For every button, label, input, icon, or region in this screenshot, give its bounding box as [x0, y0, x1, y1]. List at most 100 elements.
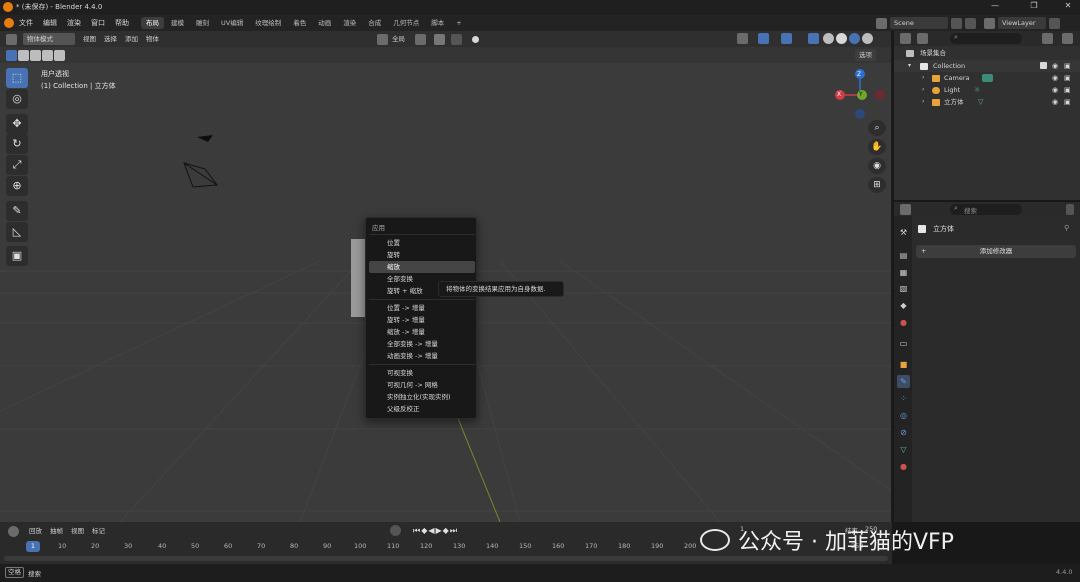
pan-hand-icon[interactable]: ✋ — [868, 139, 886, 155]
pin-icon[interactable]: ⚲ — [1064, 224, 1069, 232]
current-frame-indicator[interactable]: 1 — [26, 541, 40, 552]
maximize-icon[interactable]: ❐ — [1024, 1, 1044, 13]
eye-icon[interactable]: ◉ — [1052, 96, 1058, 108]
perspective-toggle-icon[interactable]: ⊞ — [868, 177, 886, 193]
scene-selector[interactable]: Scene — [890, 17, 948, 29]
render-camera-icon[interactable]: ▣ — [1064, 72, 1071, 84]
xray-toggle-icon[interactable] — [808, 33, 819, 44]
collection-tab-icon[interactable]: ▭ — [897, 337, 910, 350]
expand-icon[interactable]: ▾ — [908, 60, 911, 72]
minimize-icon[interactable]: — — [985, 1, 1005, 13]
visual-transform[interactable]: 可视变换 — [369, 367, 475, 379]
jump-end-icon[interactable]: ⏭ — [450, 526, 458, 535]
outliner-row-scene-collection[interactable]: 场景集合 — [894, 47, 1080, 59]
physics-tab-icon[interactable]: ◎ — [897, 409, 910, 422]
auto-keying-icon[interactable] — [390, 525, 401, 536]
timeline-scrollbar[interactable] — [4, 556, 888, 561]
properties-search-input[interactable]: ⌕ 搜索 — [950, 204, 1022, 215]
camera-view-icon[interactable]: ◉ — [868, 158, 886, 174]
move-tool-icon[interactable]: ✥ — [6, 114, 28, 134]
menu-window[interactable]: 窗口 — [86, 15, 110, 31]
pivot-point-icon[interactable] — [415, 33, 426, 45]
tab-layout[interactable]: 布局 — [141, 17, 164, 29]
outliner-row-collection[interactable]: ▾ Collection ◉ ▣ — [894, 60, 1080, 72]
data-tab-icon[interactable]: ▽ — [897, 443, 910, 456]
select-mode-intersect-icon[interactable] — [54, 49, 65, 61]
render-tab-icon[interactable]: ▤ — [897, 249, 910, 262]
eye-icon[interactable]: ◉ — [1052, 60, 1058, 72]
viewlayer-selector[interactable]: ViewLayer — [998, 17, 1046, 29]
new-collection-icon[interactable] — [1062, 33, 1073, 44]
transform-orientation-selector[interactable]: 全局 — [388, 33, 409, 45]
render-camera-icon[interactable]: ▣ — [1064, 96, 1071, 108]
view-layer-tab-icon[interactable]: ▧ — [897, 282, 910, 295]
proportional-edit-icon[interactable] — [472, 35, 479, 43]
mode-selector[interactable]: 物体模式 — [23, 33, 75, 45]
visibility-icon[interactable] — [737, 33, 748, 44]
display-mode-icon[interactable] — [917, 33, 928, 44]
menu-render[interactable]: 渲染 — [62, 15, 86, 31]
tab-rendering[interactable]: 渲染 — [338, 17, 361, 29]
scene-tab-icon[interactable]: ◆ — [897, 299, 910, 312]
tab-uv-editing[interactable]: UV编辑 — [216, 17, 248, 29]
location-to-deltas[interactable]: 位置 -> 增量 — [369, 302, 475, 314]
tab-shading[interactable]: 着色 — [288, 17, 311, 29]
tab-texture-paint[interactable]: 纹理绘制 — [250, 17, 286, 29]
constraints-tab-icon[interactable]: ⊘ — [897, 426, 910, 439]
expand-icon[interactable]: › — [922, 96, 924, 108]
properties-editor-icon[interactable] — [900, 203, 911, 215]
menu-help[interactable]: 帮助 — [110, 15, 134, 31]
menu-keying[interactable]: 抽帧 — [46, 525, 67, 537]
menu-add[interactable]: 添加 — [121, 33, 142, 45]
timeline-editor-icon[interactable] — [8, 525, 19, 537]
parent-inverse[interactable]: 父级反校正 — [369, 403, 475, 415]
material-tab-icon[interactable]: ● — [897, 460, 910, 473]
play-icon[interactable]: ▶ — [436, 526, 443, 535]
add-workspace-button[interactable]: + — [451, 17, 466, 29]
blender-menu-icon[interactable] — [4, 18, 14, 28]
expand-icon[interactable]: › — [922, 72, 924, 84]
menu-select[interactable]: 选择 — [100, 33, 121, 45]
add-modifier-button[interactable]: + 添加修改器 — [916, 245, 1076, 258]
add-cube-tool-icon[interactable]: ▣ — [6, 246, 28, 266]
object-tab-icon[interactable]: ■ — [897, 358, 910, 371]
outliner-row-light[interactable]: › Light ☼ ◉ ▣ — [894, 84, 1080, 96]
tab-compositing[interactable]: 合成 — [363, 17, 386, 29]
tab-scripting[interactable]: 脚本 — [426, 17, 449, 29]
overlay-toggle-icon[interactable] — [781, 33, 792, 44]
select-mode-subtract-icon[interactable] — [30, 49, 41, 61]
play-reverse-icon[interactable]: ◀ — [428, 526, 435, 535]
shading-solid-icon[interactable] — [836, 33, 847, 44]
all-transforms-to-deltas[interactable]: 全部变换 -> 增量 — [369, 338, 475, 350]
scale-tool-icon[interactable]: ⤢ — [6, 155, 28, 175]
snap-target-icon[interactable] — [451, 33, 462, 45]
render-camera-icon[interactable]: ▣ — [1064, 60, 1071, 72]
menu-view[interactable]: 视图 — [79, 33, 100, 45]
menu-timeline-view[interactable]: 视图 — [67, 525, 88, 537]
shading-wireframe-icon[interactable] — [823, 33, 834, 44]
select-mode-new-icon[interactable] — [6, 49, 17, 61]
particles-tab-icon[interactable]: ⁘ — [897, 392, 910, 405]
tab-geometry-nodes[interactable]: 几何节点 — [388, 17, 424, 29]
menu-edit[interactable]: 编辑 — [38, 15, 62, 31]
close-icon[interactable]: ✕ — [1058, 1, 1078, 13]
eye-icon[interactable]: ◉ — [1052, 72, 1058, 84]
menu-playback[interactable]: 回放 — [25, 525, 46, 537]
modifier-tab-icon[interactable]: ✎ — [897, 375, 910, 388]
editor-type-icon[interactable] — [6, 33, 17, 45]
world-tab-icon[interactable]: ● — [897, 316, 910, 329]
checkbox-icon[interactable] — [1040, 62, 1047, 69]
snap-icon[interactable] — [434, 33, 445, 45]
shading-material-icon[interactable] — [849, 33, 860, 44]
shading-rendered-icon[interactable] — [862, 33, 873, 44]
scale-to-deltas[interactable]: 缩放 -> 增量 — [369, 326, 475, 338]
apply-location[interactable]: 位置 — [369, 237, 475, 249]
eye-icon[interactable]: ◉ — [1052, 84, 1058, 96]
transform-tool-icon[interactable]: ⊕ — [6, 176, 28, 196]
apply-rotation[interactable]: 旋转 — [369, 249, 475, 261]
expand-icon[interactable]: › — [922, 84, 924, 96]
make-instances-real[interactable]: 实例独立化(实现实例) — [369, 391, 475, 403]
render-camera-icon[interactable]: ▣ — [1064, 84, 1071, 96]
outliner-row-camera[interactable]: › Camera ◉ ▣ — [894, 72, 1080, 84]
options-button[interactable]: 选项 — [855, 49, 876, 61]
